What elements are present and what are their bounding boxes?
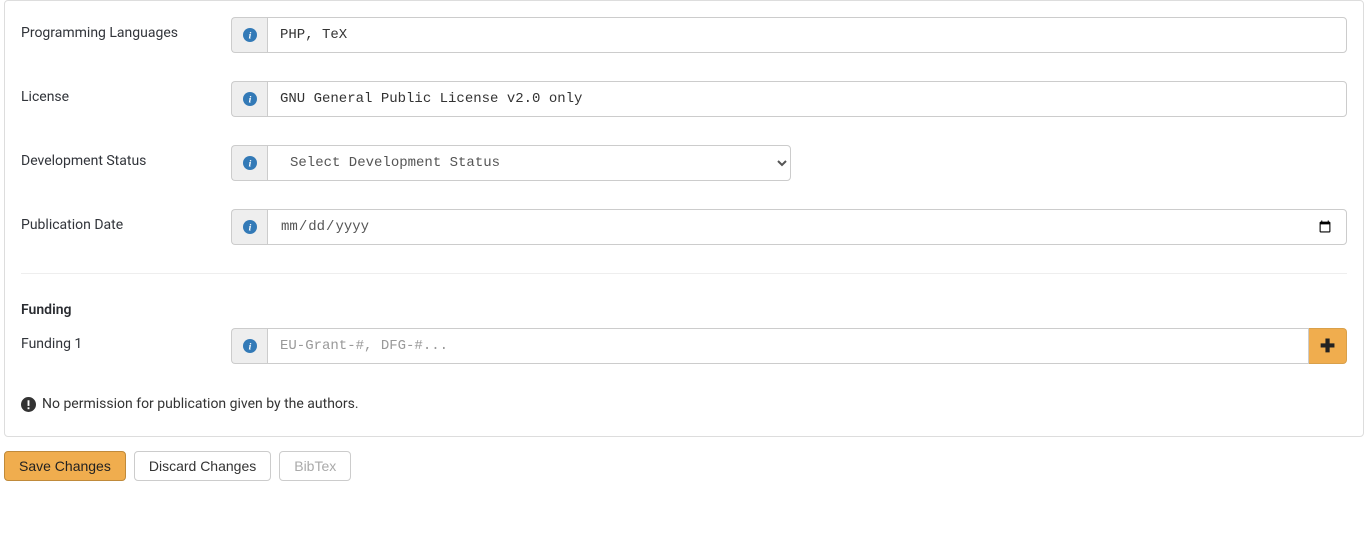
info-addon[interactable]: i — [231, 81, 267, 117]
bibtex-button: BibTex — [279, 451, 351, 481]
input-group-development-status: i Select Development Status — [231, 145, 791, 181]
row-funding-1: Funding 1 i ✚ — [21, 328, 1347, 364]
info-icon: i — [243, 92, 257, 106]
save-button[interactable]: Save Changes — [4, 451, 126, 481]
development-status-select[interactable]: Select Development Status — [267, 145, 791, 181]
info-addon[interactable]: i — [231, 328, 267, 364]
exclamation-icon — [21, 397, 36, 412]
row-development-status: Development Status i Select Development … — [21, 145, 1347, 181]
info-icon: i — [243, 339, 257, 353]
form-panel: Programming Languages i License i Develo… — [4, 0, 1364, 437]
info-addon[interactable]: i — [231, 17, 267, 53]
svg-text:i: i — [248, 31, 251, 42]
input-group-programming-languages: i — [231, 17, 1347, 53]
label-funding-1: Funding 1 — [21, 328, 231, 352]
publication-date-input[interactable] — [267, 209, 1347, 245]
row-programming-languages: Programming Languages i — [21, 17, 1347, 53]
svg-text:i: i — [248, 159, 251, 170]
permission-notice: No permission for publication given by t… — [21, 396, 1347, 412]
input-group-license: i — [231, 81, 1347, 117]
input-group-funding-1: i ✚ — [231, 328, 1347, 364]
info-icon: i — [243, 220, 257, 234]
discard-button[interactable]: Discard Changes — [134, 451, 271, 481]
svg-text:i: i — [248, 223, 251, 234]
divider — [21, 273, 1347, 274]
info-addon[interactable]: i — [231, 145, 267, 181]
funding-section: Funding Funding 1 i ✚ — [21, 298, 1347, 364]
button-bar: Save Changes Discard Changes BibTex — [0, 445, 1368, 487]
svg-text:i: i — [248, 342, 251, 353]
label-license: License — [21, 81, 231, 105]
add-funding-button[interactable]: ✚ — [1309, 328, 1347, 364]
info-icon: i — [243, 156, 257, 170]
programming-languages-input[interactable] — [267, 17, 1347, 53]
row-publication-date: Publication Date i — [21, 209, 1347, 245]
info-icon: i — [243, 28, 257, 42]
notice-text: No permission for publication given by t… — [42, 396, 359, 412]
row-license: License i — [21, 81, 1347, 117]
info-addon[interactable]: i — [231, 209, 267, 245]
funding-header: Funding — [21, 302, 1347, 318]
license-input[interactable] — [267, 81, 1347, 117]
label-publication-date: Publication Date — [21, 209, 231, 233]
input-group-publication-date: i — [231, 209, 1347, 245]
label-programming-languages: Programming Languages — [21, 17, 231, 41]
svg-text:i: i — [248, 95, 251, 106]
plus-icon: ✚ — [1320, 336, 1335, 357]
funding-1-input[interactable] — [267, 328, 1309, 364]
label-development-status: Development Status — [21, 145, 231, 169]
